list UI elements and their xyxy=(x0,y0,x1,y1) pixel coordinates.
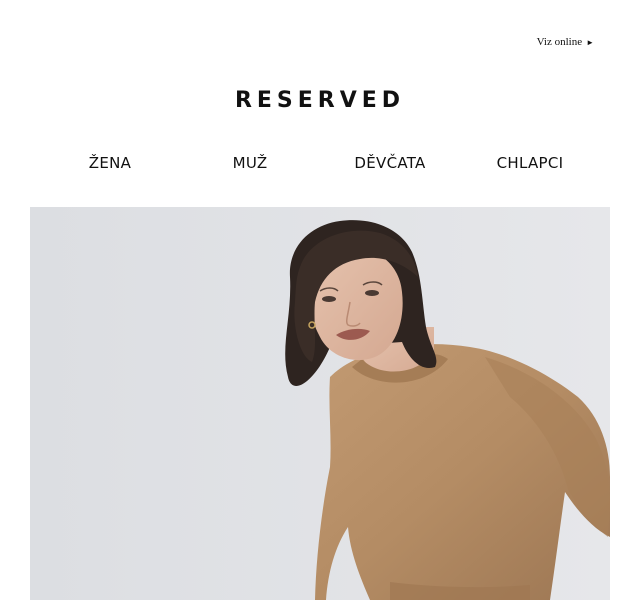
nav-item-chlapci[interactable]: CHLAPCI xyxy=(460,154,600,172)
model-photo xyxy=(30,207,610,600)
main-nav: ŽENA MUŽ DĚVČATA CHLAPCI xyxy=(40,154,600,172)
view-online-link[interactable]: Viz online ► xyxy=(537,36,594,48)
play-arrow-icon: ► xyxy=(586,37,594,47)
nav-item-devcata[interactable]: DĚVČATA xyxy=(320,154,460,172)
hero-banner-image[interactable] xyxy=(30,207,610,600)
nav-item-muz[interactable]: MUŽ xyxy=(180,154,320,172)
brand-logo[interactable]: RESERVED xyxy=(0,88,640,113)
view-online-label: Viz online xyxy=(536,36,583,48)
nav-item-zena[interactable]: ŽENA xyxy=(40,154,180,172)
